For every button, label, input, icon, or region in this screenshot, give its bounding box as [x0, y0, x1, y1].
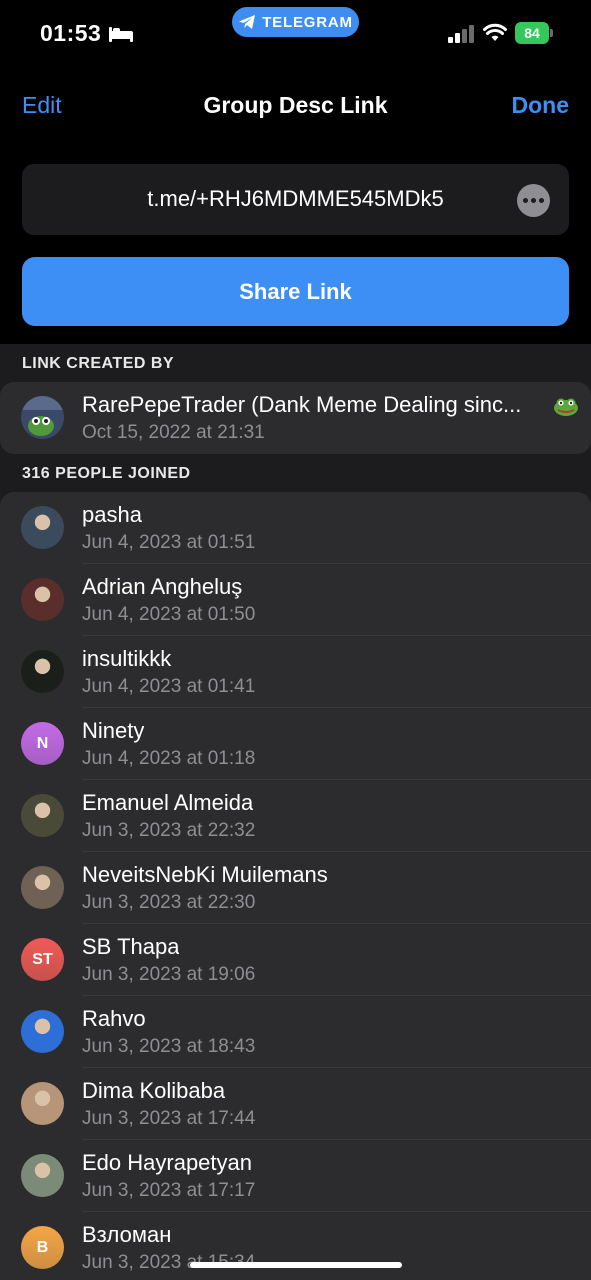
member-avatar — [21, 506, 64, 549]
member-avatar — [21, 578, 64, 621]
member-name: Adrian Angheluş — [82, 574, 243, 599]
member-row[interactable]: Dima Kolibaba Jun 3, 2023 at 17:44 — [0, 1068, 591, 1140]
telegram-plane-icon — [239, 15, 256, 29]
done-button[interactable]: Done — [512, 92, 570, 119]
member-name: Rahvo — [82, 1006, 146, 1031]
member-name: SB Thapa — [82, 934, 180, 959]
wifi-icon — [483, 23, 507, 41]
member-row[interactable]: Emanuel Almeida Jun 3, 2023 at 22:32 — [0, 780, 591, 852]
joined-list: pasha Jun 4, 2023 at 01:51 Adrian Angheluş… — [0, 492, 591, 1280]
member-join-date: Jun 4, 2023 at 01:18 — [82, 748, 256, 769]
more-options-button[interactable] — [517, 184, 550, 217]
more-dot-icon — [531, 198, 536, 203]
nav-bar: Group Desc Link Edit Done — [0, 80, 591, 130]
member-row[interactable]: B Взломан Jun 3, 2023 at 15:34 — [0, 1212, 591, 1280]
home-indicator[interactable] — [190, 1262, 402, 1268]
member-avatar: ST — [21, 938, 64, 981]
more-dot-icon — [539, 198, 544, 203]
telegram-pill-label: TELEGRAM — [262, 13, 353, 31]
member-avatar — [21, 1154, 64, 1197]
creator-row[interactable]: RarePepeTrader (Dank Meme Dealing sinc..… — [0, 382, 591, 454]
pepe-avatar-icon — [21, 396, 64, 439]
member-avatar — [21, 794, 64, 837]
member-row[interactable]: Rahvo Jun 3, 2023 at 18:43 — [0, 996, 591, 1068]
battery-level: 84 — [515, 22, 549, 44]
pepe-emoji-icon — [554, 398, 578, 416]
member-join-date: Jun 3, 2023 at 17:17 — [82, 1180, 256, 1201]
people-joined-header: 316 PEOPLE JOINED — [22, 465, 191, 482]
member-join-date: Jun 3, 2023 at 17:44 — [82, 1108, 256, 1129]
creator-avatar — [21, 396, 64, 439]
member-avatar — [21, 866, 64, 909]
status-bar: 01:53 TELEGRAM 84 — [0, 0, 591, 64]
member-row[interactable]: ST SB Thapa Jun 3, 2023 at 19:06 — [0, 924, 591, 996]
member-avatar — [21, 1082, 64, 1125]
member-name: NeveitsNebKi Muilemans — [82, 862, 328, 887]
member-name: insultikkk — [82, 646, 172, 671]
member-name: pasha — [82, 502, 142, 527]
member-name: Ninety — [82, 718, 145, 743]
battery-nub — [550, 29, 553, 37]
sleep-focus-icon — [109, 27, 133, 42]
creator-name: RarePepeTrader (Dank Meme Dealing sinc..… — [82, 392, 522, 417]
member-name: Emanuel Almeida — [82, 790, 254, 815]
member-avatar: N — [21, 722, 64, 765]
member-name: Взломан — [82, 1222, 172, 1247]
member-row[interactable]: N Ninety Jun 4, 2023 at 01:18 — [0, 708, 591, 780]
member-join-date: Jun 4, 2023 at 01:41 — [82, 676, 256, 697]
telegram-pill[interactable]: TELEGRAM — [232, 7, 359, 37]
creator-date: Oct 15, 2022 at 21:31 — [82, 422, 265, 443]
created-by-header: LINK CREATED BY — [22, 355, 175, 372]
link-details: LINK CREATED BY RarePepeTrader (Dank Mem… — [0, 344, 591, 1280]
member-join-date: Jun 3, 2023 at 22:32 — [82, 820, 256, 841]
member-join-date: Jun 3, 2023 at 22:30 — [82, 892, 256, 913]
share-link-button[interactable]: Share Link — [22, 257, 569, 326]
member-avatar — [21, 650, 64, 693]
member-join-date: Jun 4, 2023 at 01:51 — [82, 532, 256, 553]
member-join-date: Jun 4, 2023 at 01:50 — [82, 604, 256, 625]
member-join-date: Jun 3, 2023 at 18:43 — [82, 1036, 256, 1057]
member-name: Edo Hayrapetyan — [82, 1150, 252, 1175]
invite-link-box[interactable]: t.me/+RHJ6MDMME545MDk5 — [22, 164, 569, 235]
more-dot-icon — [523, 198, 528, 203]
page-title: Group Desc Link — [203, 92, 388, 118]
member-avatar — [21, 1010, 64, 1053]
member-row[interactable]: NeveitsNebKi Muilemans Jun 3, 2023 at 22:… — [0, 852, 591, 924]
status-time: 01:53 — [40, 20, 102, 46]
member-name: Dima Kolibaba — [82, 1078, 226, 1103]
edit-button[interactable]: Edit — [22, 92, 62, 119]
member-avatar: B — [21, 1226, 64, 1269]
member-join-date: Jun 3, 2023 at 19:06 — [82, 964, 256, 985]
cellular-signal-icon — [448, 25, 474, 43]
member-row[interactable]: insultikkk Jun 4, 2023 at 01:41 — [0, 636, 591, 708]
battery-indicator: 84 — [515, 22, 553, 44]
member-row[interactable]: Adrian Angheluş Jun 4, 2023 at 01:50 — [0, 564, 591, 636]
member-row[interactable]: pasha Jun 4, 2023 at 01:51 — [0, 492, 591, 564]
creator-card: RarePepeTrader (Dank Meme Dealing sinc..… — [0, 382, 591, 454]
invite-link-text[interactable]: t.me/+RHJ6MDMME545MDk5 — [22, 186, 569, 212]
member-row[interactable]: Edo Hayrapetyan Jun 3, 2023 at 17:17 — [0, 1140, 591, 1212]
